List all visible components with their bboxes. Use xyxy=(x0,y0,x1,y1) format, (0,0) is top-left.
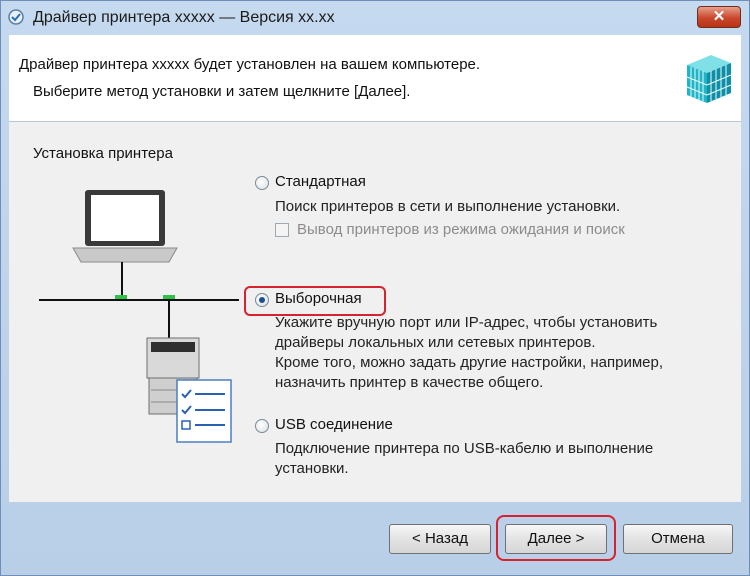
close-button[interactable]: ✕ xyxy=(697,6,741,28)
custom-description-1: Укажите вручную порт или IP-адрес, чтобы… xyxy=(275,314,658,331)
printer-driver-logo-icon xyxy=(686,55,732,103)
usb-description-1: Подключение принтера по USB-кабелю и вып… xyxy=(275,440,654,457)
custom-description-3: Кроме того, можно задать другие настройк… xyxy=(275,354,664,371)
network-diagram-illustration xyxy=(39,190,239,443)
header-instruction-text: Выберите метод установки и затем щелкнит… xyxy=(33,83,411,100)
standard-radio[interactable] xyxy=(255,176,269,190)
wizard-footer: < Назад Далее > Отмена xyxy=(9,502,741,570)
group-label: Установка принтера xyxy=(33,145,173,162)
option-custom[interactable]: Выборочная xyxy=(255,290,385,314)
cancel-button[interactable]: Отмена xyxy=(623,524,733,554)
custom-radio[interactable] xyxy=(255,293,269,307)
installer-window: Драйвер принтера xxxxx — Версия xx.xx ✕ … xyxy=(0,0,750,576)
wizard-body: Установка принтера Стандартная Поиск при… xyxy=(9,122,741,502)
wake-printers-option[interactable]: Вывод принтеров из режима ожидания и пои… xyxy=(275,220,695,244)
next-button[interactable]: Далее > xyxy=(505,524,607,554)
usb-radio[interactable] xyxy=(255,419,269,433)
standard-label[interactable]: Стандартная xyxy=(275,173,366,190)
settings-checklist-icon xyxy=(176,379,232,443)
option-standard[interactable]: Стандартная xyxy=(255,173,695,199)
close-icon: ✕ xyxy=(712,8,726,25)
window-title: Драйвер принтера xxxxx — Версия xx.xx xyxy=(33,9,335,26)
option-usb[interactable]: USB соединение xyxy=(255,416,455,440)
header-intro-text: Драйвер принтера xxxxx будет установлен … xyxy=(19,56,481,73)
custom-label[interactable]: Выборочная xyxy=(275,290,362,307)
usb-description-2: установки. xyxy=(275,460,349,477)
wake-printers-label[interactable]: Вывод принтеров из режима ожидания и пои… xyxy=(297,221,625,238)
wizard-header: Драйвер принтера xxxxx будет установлен … xyxy=(9,35,741,122)
laptop-icon xyxy=(72,190,178,263)
usb-label[interactable]: USB соединение xyxy=(275,416,393,433)
standard-description: Поиск принтеров в сети и выполнение уста… xyxy=(275,198,621,215)
wake-printers-checkbox[interactable] xyxy=(275,223,289,237)
title-bar[interactable]: Драйвер принтера xxxxx — Версия xx.xx ✕ xyxy=(1,1,749,35)
custom-description-2: драйверы локальных или сетевых принтеров… xyxy=(275,334,596,351)
back-button[interactable]: < Назад xyxy=(389,524,491,554)
custom-description-4: назначить принтер в качестве общего. xyxy=(275,374,544,391)
installer-app-icon xyxy=(8,9,24,25)
